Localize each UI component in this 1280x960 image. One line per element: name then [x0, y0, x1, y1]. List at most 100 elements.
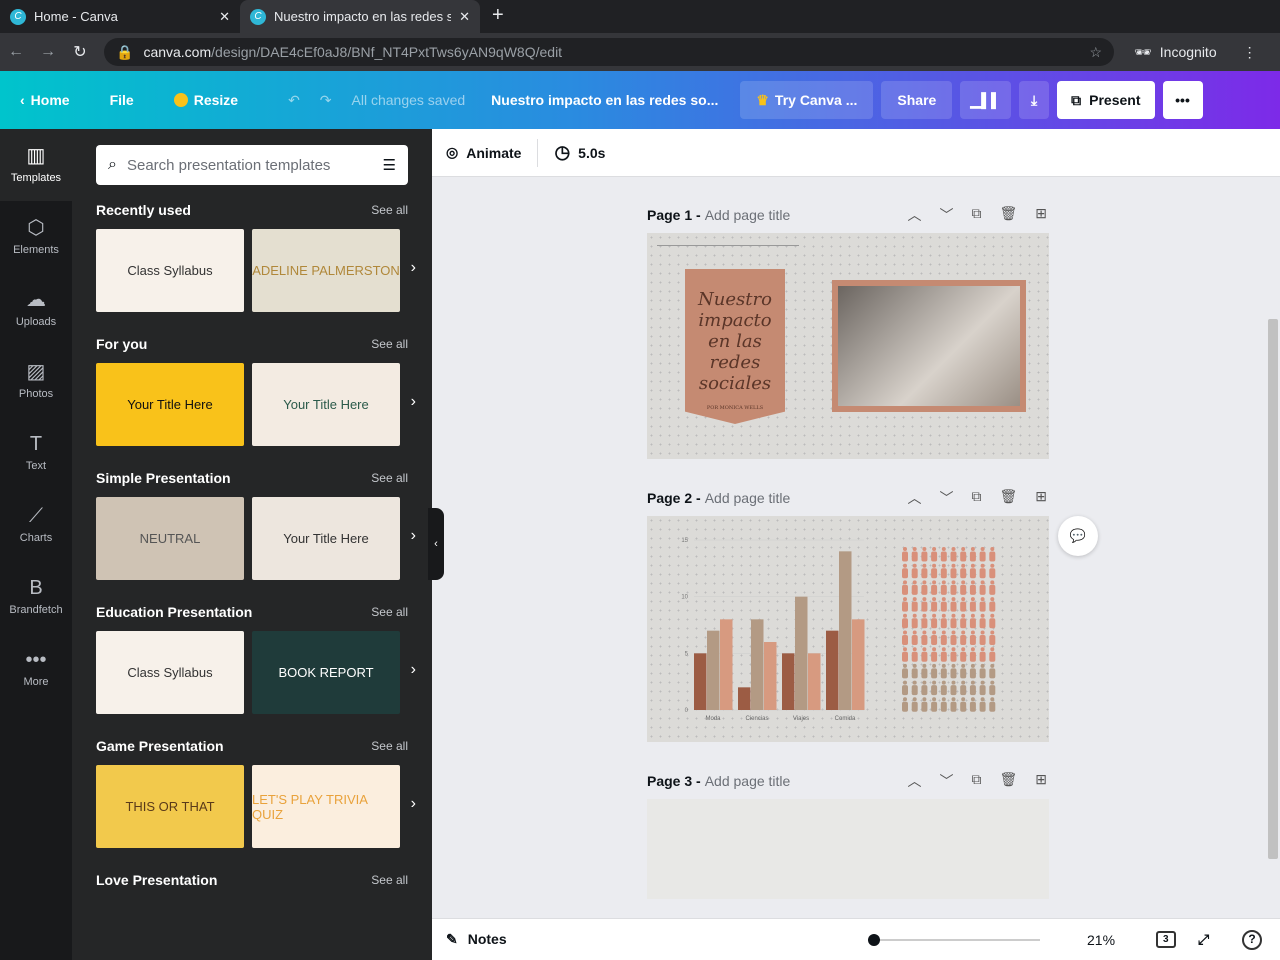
rail-item-brandfetch[interactable]: B Brandfetch	[0, 561, 72, 633]
chevron-right-icon[interactable]: ›	[411, 661, 416, 679]
add-page-icon[interactable]: ⊞	[1035, 205, 1047, 225]
template-thumbnail[interactable]: Your Title Here	[96, 363, 244, 446]
template-thumbnail[interactable]: THIS OR THAT	[96, 765, 244, 848]
move-down-icon[interactable]: ﹀	[939, 488, 953, 508]
duplicate-page-icon[interactable]: ⧉	[971, 205, 981, 225]
duplicate-page-icon[interactable]: ⧉	[971, 488, 981, 508]
page-count-button[interactable]: 3	[1156, 931, 1176, 948]
see-all-link[interactable]: See all	[371, 605, 408, 619]
template-thumbnail[interactable]: Your Title Here	[252, 363, 400, 446]
new-tab-button[interactable]: +	[480, 4, 516, 33]
document-title[interactable]: Nuestro impacto en las redes so...	[471, 92, 728, 108]
back-icon[interactable]: ←	[0, 43, 32, 61]
template-thumbnail[interactable]: Class Syllabus	[96, 631, 244, 714]
zoom-slider-handle[interactable]	[868, 934, 880, 946]
person-icon	[940, 597, 947, 612]
template-thumbnail[interactable]: Your Title Here	[252, 497, 400, 580]
chevron-right-icon[interactable]: ›	[411, 795, 416, 813]
person-icon	[931, 613, 938, 629]
rail-item-elements[interactable]: ⬡ Elements	[0, 201, 72, 273]
url-input[interactable]: 🔒 canva.com/design/DAE4cEf0aJ8/BNf_NT4Pxt…	[104, 38, 1114, 66]
move-up-icon[interactable]: ︿	[907, 771, 921, 791]
move-up-icon[interactable]: ︿	[907, 488, 921, 508]
notes-button[interactable]: ✎ Notes	[446, 931, 507, 948]
present-icon: ⧉	[1071, 91, 1082, 108]
section-title: Education Presentation	[96, 604, 253, 620]
try-canva-pro-button[interactable]: ♛ Try Canva ...	[740, 81, 874, 119]
comment-button[interactable]: 💬	[1058, 516, 1098, 556]
duplicate-page-icon[interactable]: ⧉	[971, 771, 981, 791]
slide-3[interactable]	[647, 799, 1049, 899]
file-menu-button[interactable]: File	[90, 92, 154, 108]
person-icon	[979, 580, 986, 595]
download-button[interactable]: ⤓	[1018, 81, 1050, 119]
forward-icon[interactable]: →	[32, 43, 64, 61]
incognito-profile[interactable]: 🕶 Incognito ⋮	[1134, 44, 1257, 61]
reload-icon[interactable]: ↻	[64, 42, 96, 62]
see-all-link[interactable]: See all	[371, 471, 408, 485]
rail-item-templates[interactable]: ▥ Templates	[0, 129, 72, 201]
template-thumbnail[interactable]: Class Syllabus	[96, 229, 244, 312]
fullscreen-icon[interactable]: ⤢	[1198, 931, 1209, 948]
vertical-scrollbar[interactable]	[1268, 319, 1278, 859]
browser-menu-icon[interactable]: ⋮	[1243, 44, 1257, 61]
template-thumbnail[interactable]: BOOK REPORT	[252, 631, 400, 714]
undo-button[interactable]: ↶	[258, 92, 310, 109]
chevron-right-icon[interactable]: ›	[411, 393, 416, 411]
filter-icon[interactable]: ☰	[383, 156, 396, 174]
see-all-link[interactable]: See all	[371, 337, 408, 351]
bar-chart: 0 5 10 15 Moda Ciencias Viajes Comida	[681, 538, 996, 722]
slide-1[interactable]: Nuestro impacto en las redes sociales PO…	[647, 233, 1049, 459]
add-page-title[interactable]: Add page title	[705, 490, 791, 506]
close-tab-icon[interactable]: ✕	[459, 9, 470, 25]
slide-2[interactable]: 0 5 10 15 Moda Ciencias Viajes Comida	[647, 516, 1049, 742]
move-down-icon[interactable]: ﹀	[939, 205, 953, 225]
close-tab-icon[interactable]: ✕	[219, 9, 230, 25]
rail-item-charts[interactable]: ⟋ Charts	[0, 489, 72, 561]
bookmark-star-icon[interactable]: ☆	[1089, 44, 1102, 61]
rail-item-text[interactable]: T Text	[0, 417, 72, 489]
uploads-icon: ☁	[26, 289, 46, 311]
see-all-link[interactable]: See all	[371, 203, 408, 217]
more-options-button[interactable]: •••	[1162, 81, 1203, 119]
zoom-level[interactable]: 21%	[1087, 932, 1115, 948]
add-page-icon[interactable]: ⊞	[1035, 771, 1047, 791]
template-thumbnail[interactable]: NEUTRAL	[96, 497, 244, 580]
home-button[interactable]: ‹ Home	[0, 92, 90, 108]
move-down-icon[interactable]: ﹀	[939, 771, 953, 791]
animate-button[interactable]: ◎ Animate	[446, 144, 521, 161]
see-all-link[interactable]: See all	[371, 873, 408, 887]
zoom-slider[interactable]	[868, 934, 1040, 946]
chevron-right-icon[interactable]: ›	[411, 527, 416, 545]
present-button[interactable]: ⧉ Present	[1057, 81, 1155, 119]
insights-button[interactable]: ▁▌▌	[960, 81, 1011, 119]
person-icon	[989, 630, 996, 645]
template-search-input[interactable]: ⌕ Search presentation templates ☰	[96, 145, 408, 185]
share-button[interactable]: Share	[881, 81, 953, 119]
browser-tab-design[interactable]: CNuestro impacto en las redes sociales✕	[240, 0, 480, 33]
template-thumbnail[interactable]: LET'S PLAY TRIVIA QUIZ	[252, 765, 400, 848]
x-tick-label: Viajes	[793, 716, 809, 722]
duration-button[interactable]: ◷ 5.0s	[554, 142, 605, 163]
resize-button[interactable]: Resize	[154, 92, 258, 108]
browser-tab-home[interactable]: C Home - Canva ✕	[0, 0, 240, 33]
add-page-title[interactable]: Add page title	[705, 207, 791, 223]
move-up-icon[interactable]: ︿	[907, 205, 921, 225]
rail-item-uploads[interactable]: ☁ Uploads	[0, 273, 72, 345]
chevron-right-icon[interactable]: ›	[411, 259, 416, 277]
add-page-title[interactable]: Add page title	[705, 773, 791, 789]
section-title: Game Presentation	[96, 738, 224, 754]
title-banner: Nuestro impacto en las redes sociales PO…	[685, 269, 785, 424]
delete-page-icon[interactable]: 🗑	[999, 205, 1017, 225]
person-icon	[969, 547, 976, 562]
see-all-link[interactable]: See all	[371, 739, 408, 753]
delete-page-icon[interactable]: 🗑	[999, 488, 1017, 508]
delete-page-icon[interactable]: 🗑	[999, 771, 1017, 791]
rail-item-more[interactable]: ••• More	[0, 633, 72, 705]
person-icon	[979, 613, 986, 629]
help-icon[interactable]: ?	[1242, 929, 1262, 950]
rail-item-photos[interactable]: ▨ Photos	[0, 345, 72, 417]
redo-button[interactable]: ↷	[310, 92, 342, 109]
template-thumbnail[interactable]: ADELINE PALMERSTON	[252, 229, 400, 312]
add-page-icon[interactable]: ⊞	[1035, 488, 1047, 508]
